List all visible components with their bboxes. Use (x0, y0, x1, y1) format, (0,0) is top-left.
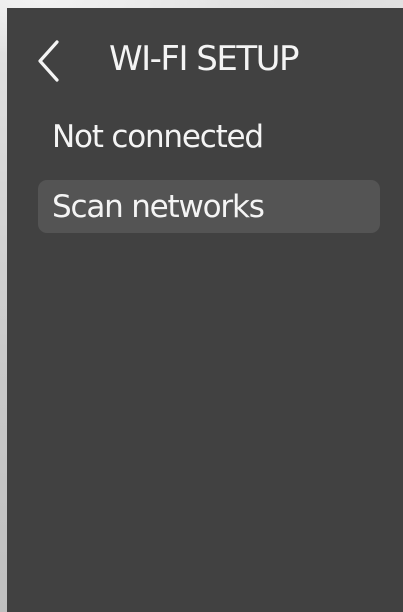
connection-status: Not connected (52, 119, 264, 155)
scan-networks-label: Scan networks (52, 189, 265, 225)
chevron-left-icon (38, 40, 59, 82)
header-bar: WI-FI SETUP (7, 8, 403, 108)
device-screen: WI-FI SETUP Not connected Scan networks (7, 8, 403, 612)
scan-networks-button[interactable]: Scan networks (38, 180, 380, 233)
page-title: WI-FI SETUP (109, 39, 300, 79)
back-button[interactable] (31, 38, 71, 84)
